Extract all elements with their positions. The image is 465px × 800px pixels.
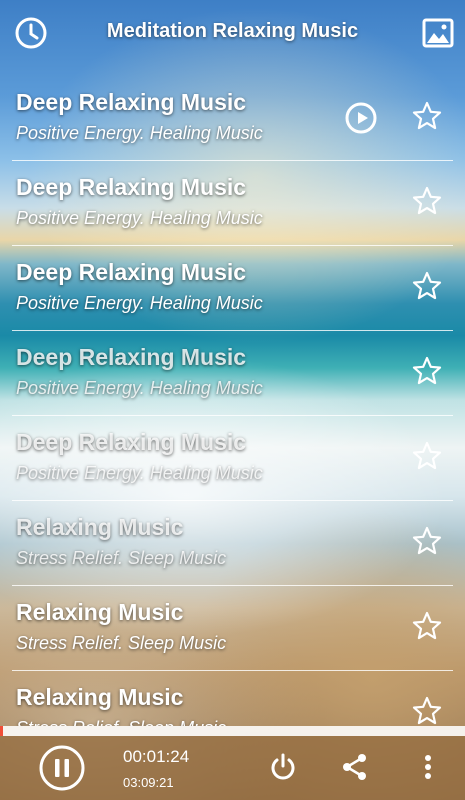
track-title: Relaxing Music — [16, 684, 184, 710]
track-row[interactable]: Relaxing Music Stress Relief. Sleep Musi… — [0, 501, 465, 586]
more-options-icon[interactable] — [418, 752, 438, 782]
playback-progress-bar[interactable] — [0, 726, 465, 736]
track-row[interactable]: Deep Relaxing Music Positive Energy. Hea… — [0, 161, 465, 246]
track-subtitle: Positive Energy. Healing Music — [16, 208, 263, 228]
favorite-star-icon[interactable] — [411, 270, 443, 302]
app-title: Meditation Relaxing Music — [106, 20, 359, 42]
top-bar: Meditation Relaxing Music — [0, 0, 465, 68]
track-row[interactable]: Relaxing Music Stress Relief. Sleep Musi… — [0, 586, 465, 671]
track-subtitle: Positive Energy. Healing Music — [16, 123, 263, 143]
track-row[interactable]: Deep Relaxing Music Positive Energy. Hea… — [0, 331, 465, 416]
track-row[interactable]: Relaxing Music Stress Relief. Sleep Musi… — [0, 671, 465, 726]
track-subtitle: Positive Energy. Healing Music — [16, 293, 263, 313]
favorite-star-icon[interactable] — [411, 440, 443, 472]
share-icon[interactable] — [340, 752, 370, 782]
current-time: 00:01:24 — [123, 747, 190, 766]
track-title: Relaxing Music — [16, 599, 184, 625]
favorite-star-icon[interactable] — [411, 695, 443, 726]
wallpaper-image-icon — [422, 18, 454, 48]
track-title: Deep Relaxing Music — [16, 89, 247, 115]
favorite-star-icon[interactable] — [411, 610, 443, 642]
play-circle-icon[interactable] — [344, 101, 378, 135]
track-row[interactable]: Deep Relaxing Music Positive Energy. Hea… — [0, 76, 465, 161]
pause-icon[interactable] — [38, 744, 86, 792]
track-title: Relaxing Music — [16, 514, 184, 540]
track-subtitle: Stress Relief. Sleep Music — [16, 718, 226, 726]
track-title: Deep Relaxing Music — [16, 344, 247, 370]
power-icon[interactable] — [268, 752, 298, 782]
favorite-star-icon[interactable] — [411, 100, 443, 132]
favorite-star-icon[interactable] — [411, 355, 443, 387]
total-time: 03:09:21 — [123, 775, 174, 790]
wallpaper-button[interactable] — [419, 14, 457, 52]
track-subtitle: Stress Relief. Sleep Music — [16, 548, 227, 568]
track-subtitle: Positive Energy. Healing Music — [16, 378, 263, 398]
track-subtitle: Positive Energy. Healing Music — [16, 463, 263, 483]
track-subtitle: Stress Relief. Sleep Music — [16, 633, 227, 653]
track-title: Deep Relaxing Music — [16, 174, 247, 200]
favorite-star-icon[interactable] — [411, 525, 443, 557]
player-bar: 00:01:24 03:09:21 — [0, 736, 465, 800]
track-title: Deep Relaxing Music — [16, 259, 247, 285]
track-title: Deep Relaxing Music — [16, 429, 247, 455]
track-row[interactable]: Deep Relaxing Music Positive Energy. Hea… — [0, 416, 465, 501]
favorite-star-icon[interactable] — [411, 185, 443, 217]
track-row[interactable]: Deep Relaxing Music Positive Energy. Hea… — [0, 246, 465, 331]
track-list[interactable]: Deep Relaxing Music Positive Energy. Hea… — [0, 76, 465, 726]
playback-progress-fill — [0, 726, 4, 736]
